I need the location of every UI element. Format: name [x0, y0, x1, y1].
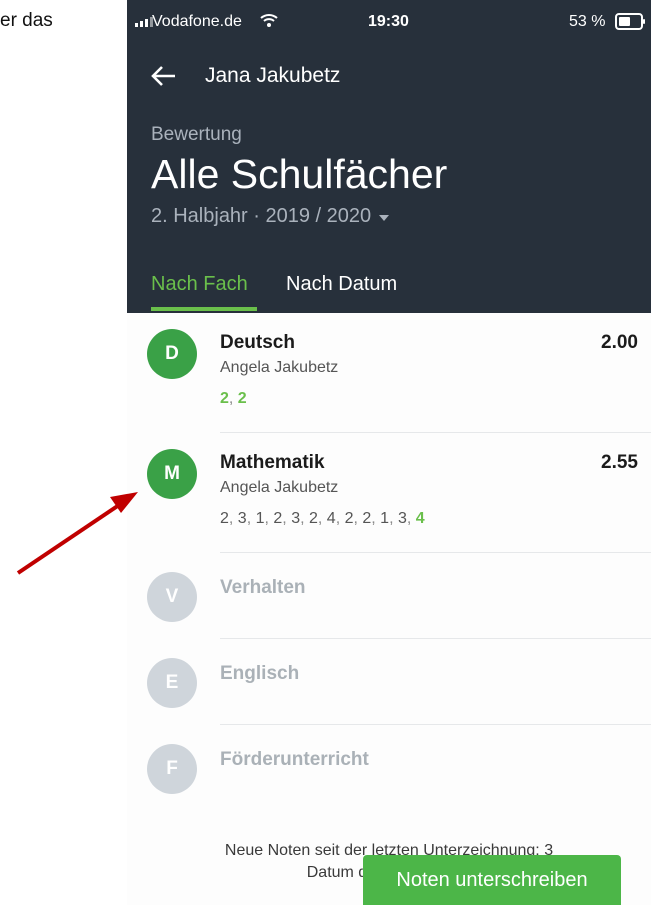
average-grade: 2.55 — [601, 452, 638, 473]
subject-row-deutsch[interactable]: D Deutsch 2.00 Angela Jakubetz 2, 2 — [127, 313, 651, 433]
grade-value: 1 — [380, 510, 390, 527]
page-title: Alle Schulfächer — [151, 151, 448, 197]
grade-value: 2 — [362, 510, 372, 527]
tab-by-subject[interactable]: Nach Fach — [151, 273, 248, 296]
tab-by-date[interactable]: Nach Datum — [286, 273, 397, 296]
outside-text: er das — [0, 10, 53, 31]
average-grade: 2.00 — [601, 332, 638, 353]
subject-row-verhalten[interactable]: V Verhalten — [127, 553, 651, 639]
subject-list: D Deutsch 2.00 Angela Jakubetz 2, 2 M Ma… — [127, 313, 651, 811]
clock: 19:30 — [368, 13, 409, 30]
avatar: D — [147, 329, 197, 379]
period-selector[interactable]: 2. Halbjahr · 2019 / 2020 — [151, 205, 390, 228]
avatar: E — [147, 658, 197, 708]
caret-down-icon — [379, 214, 390, 221]
subject-name: Förderunterricht — [220, 749, 369, 770]
grade-list: 2, 3, 1, 2, 3, 2, 4, 2, 2, 1, 3, 4 — [220, 510, 425, 527]
battery-icon — [615, 13, 643, 30]
avatar: M — [147, 449, 197, 499]
active-tab-indicator — [151, 307, 257, 311]
grade-value: 2 — [308, 510, 318, 527]
section-overline: Bewertung — [151, 124, 242, 145]
carrier-name: Vodafone.de — [152, 13, 242, 30]
avatar: F — [147, 744, 197, 794]
grade-value: 4 — [415, 510, 425, 527]
subject-name: Deutsch — [220, 332, 295, 353]
grade-value: 3 — [397, 510, 407, 527]
grade-list: 2, 2 — [220, 390, 247, 407]
grade-value: 1 — [255, 510, 265, 527]
subject-row-englisch[interactable]: E Englisch — [127, 639, 651, 725]
grade-value: 3 — [237, 510, 247, 527]
teacher-name: Angela Jakubetz — [220, 479, 339, 496]
sign-grades-button[interactable]: Noten unterschreiben — [363, 855, 621, 905]
avatar: V — [147, 572, 197, 622]
subject-name: Mathematik — [220, 452, 325, 473]
subject-row-foerderunterricht[interactable]: F Förderunterricht — [127, 725, 651, 811]
subject-name: Englisch — [220, 663, 300, 684]
battery-percent: 53 % — [569, 13, 606, 30]
subject-name: Verhalten — [220, 577, 306, 598]
status-bar: Vodafone.de 19:30 53 % — [127, 0, 651, 44]
grade-value: 2 — [273, 510, 283, 527]
phone-screen: Vodafone.de 19:30 53 % Jana Jakubetz Bew… — [127, 0, 651, 905]
teacher-name: Angela Jakubetz — [220, 359, 339, 376]
grade-value: 4 — [326, 510, 336, 527]
grade-value: 2 — [237, 390, 247, 407]
signal-icon — [135, 17, 153, 27]
app-header: Vodafone.de 19:30 53 % Jana Jakubetz Bew… — [127, 0, 651, 313]
period-label: 2. Halbjahr · 2019 / 2020 — [151, 205, 372, 227]
grade-value: 3 — [291, 510, 301, 527]
grade-value: 2 — [220, 390, 229, 407]
grade-value: 2 — [220, 510, 229, 527]
arrow-left-icon[interactable] — [149, 63, 179, 89]
wifi-icon — [260, 14, 278, 27]
student-name: Jana Jakubetz — [205, 64, 341, 87]
subject-row-mathematik[interactable]: M Mathematik 2.55 Angela Jakubetz 2, 3, … — [127, 433, 651, 553]
